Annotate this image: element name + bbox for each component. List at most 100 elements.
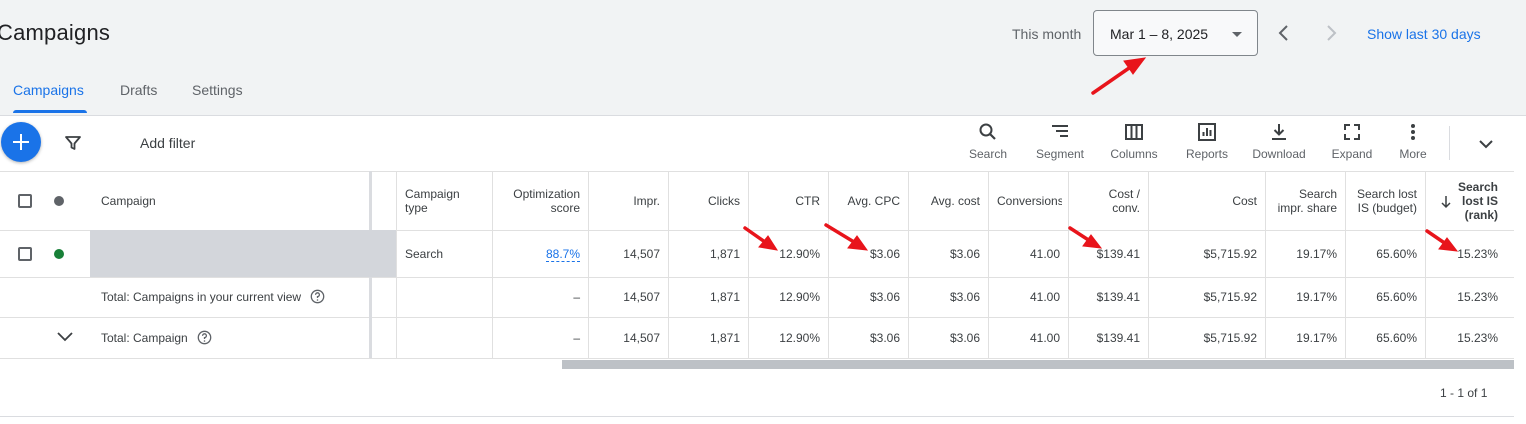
divider (908, 171, 909, 358)
divider (1265, 171, 1266, 358)
cell-conversions: 41.00 (1029, 247, 1060, 261)
status-enabled-icon[interactable] (54, 249, 64, 259)
cell-impr: 14,507 (623, 290, 660, 304)
col-campaign-type[interactable]: Campaign type (405, 187, 485, 215)
search-label: Search (968, 147, 1008, 161)
divider (0, 115, 1526, 116)
divider (988, 171, 989, 358)
status-column-icon[interactable] (54, 196, 64, 206)
col-search-lost-is-rank[interactable]: Search lost IS (rank) (1455, 180, 1498, 222)
col-optimization-score[interactable]: Optimization score (497, 187, 580, 215)
chevron-down-icon[interactable] (1476, 134, 1496, 159)
cell-search-impr-share: 19.17% (1296, 247, 1337, 261)
cell-search-lost-is-budget: 65.60% (1376, 247, 1417, 261)
cell-avg-cpc: $3.06 (869, 331, 900, 345)
col-avg-cost[interactable]: Avg. cost (913, 194, 980, 208)
pagination-summary: 1 - 1 of 1 (1440, 386, 1488, 400)
col-ctr[interactable]: CTR (753, 194, 820, 208)
col-clicks[interactable]: Clicks (673, 194, 740, 208)
cell-search-lost-is-budget: 65.60% (1376, 290, 1417, 304)
divider (1068, 171, 1069, 358)
total-view-label: Total: Campaigns in your current view (101, 290, 302, 304)
col-conversions[interactable]: Conversions (997, 194, 1062, 208)
cell-search-lost-is-rank: 15.23% (1457, 331, 1498, 345)
more-icon (1411, 124, 1415, 140)
help-icon[interactable] (310, 289, 325, 309)
chevron-right-icon[interactable] (1320, 22, 1342, 44)
create-campaign-button[interactable] (1, 122, 41, 162)
more-button[interactable]: More (1394, 122, 1432, 166)
divider (0, 317, 1514, 318)
reports-label: Reports (1185, 147, 1229, 161)
caret-down-icon (1232, 32, 1242, 37)
download-label: Download (1252, 147, 1306, 161)
campaign-name-redacted[interactable] (90, 230, 396, 277)
reports-button[interactable]: Reports (1180, 122, 1234, 166)
reports-icon (1198, 123, 1216, 141)
cell-search-lost-is-budget: 65.60% (1376, 331, 1417, 345)
page-title: Campaigns (0, 20, 111, 45)
tab-campaigns[interactable]: Campaigns (13, 82, 84, 98)
date-range-text: Mar 1 – 8, 2025 (1110, 26, 1209, 42)
col-cost[interactable]: Cost (1153, 194, 1257, 208)
cell-search-lost-is-rank: 15.23% (1457, 247, 1498, 261)
columns-label: Columns (1110, 147, 1158, 161)
chevron-down-icon[interactable] (56, 330, 74, 349)
divider (1345, 171, 1346, 358)
cell-ctr: 12.90% (779, 290, 820, 304)
chevron-left-icon[interactable] (1273, 22, 1295, 44)
expand-label: Expand (1331, 147, 1373, 161)
date-range-picker[interactable]: Mar 1 – 8, 2025 (1093, 10, 1258, 56)
cell-cost-per-conv: $139.41 (1096, 290, 1140, 304)
cell-cost: $5,715.92 (1203, 247, 1257, 261)
help-icon[interactable] (197, 330, 212, 350)
more-label: More (1399, 147, 1427, 161)
col-campaign[interactable]: Campaign (101, 194, 156, 208)
segment-button[interactable]: Segment (1033, 122, 1087, 166)
optimization-score-link[interactable]: 88.7% (545, 247, 580, 262)
row-checkbox[interactable] (18, 247, 32, 261)
col-cost-per-conv[interactable]: Cost / conv. (1085, 187, 1140, 215)
divider (1148, 171, 1149, 358)
select-all-checkbox[interactable] (18, 194, 32, 208)
divider (828, 171, 829, 358)
divider (0, 171, 1514, 172)
cell-impr: 14,507 (623, 331, 660, 345)
cell-search-impr-share: 19.17% (1296, 331, 1337, 345)
show-last-30-days-link[interactable]: Show last 30 days (1367, 26, 1481, 42)
divider (588, 171, 589, 358)
date-preset-label: This month (1012, 26, 1082, 42)
filter-icon[interactable] (64, 134, 82, 157)
cell-optimization-score[interactable]: 88.7% (497, 247, 580, 262)
search-button[interactable]: Search (966, 122, 1010, 166)
col-search-impr-share[interactable]: Search impr. share (1270, 187, 1337, 215)
cell-clicks: 1,871 (709, 331, 740, 345)
expand-button[interactable]: Expand (1329, 122, 1375, 166)
divider (0, 358, 1514, 359)
horizontal-scrollbar[interactable] (562, 360, 1514, 369)
cell-ctr: 12.90% (779, 331, 820, 345)
columns-button[interactable]: Columns (1107, 122, 1161, 166)
tab-drafts[interactable]: Drafts (120, 82, 157, 98)
col-avg-cpc[interactable]: Avg. CPC (833, 194, 900, 208)
columns-icon (1125, 124, 1143, 140)
cell-avg-cpc: $3.06 (869, 290, 900, 304)
annotation-arrow (1068, 226, 1103, 249)
cell-ctr: 12.90% (779, 247, 820, 261)
divider (0, 277, 1514, 278)
divider (668, 171, 669, 358)
cell-clicks: 1,871 (709, 247, 740, 261)
download-button[interactable]: Download (1250, 122, 1308, 166)
cell-conversions: 41.00 (1029, 331, 1060, 345)
cell-avg-cpc: $3.06 (869, 247, 900, 261)
col-search-lost-is-budget[interactable]: Search lost IS (budget) (1350, 187, 1417, 215)
add-filter-button[interactable]: Add filter (140, 135, 195, 151)
segment-label: Segment (1035, 147, 1085, 161)
expand-icon (1344, 124, 1360, 140)
cell-avg-cost: $3.06 (949, 247, 980, 261)
col-impr[interactable]: Impr. (593, 194, 660, 208)
cell-clicks: 1,871 (709, 290, 740, 304)
cell-campaign-type: Search (405, 247, 444, 261)
cell-optimization-score: – (573, 331, 580, 345)
tab-settings[interactable]: Settings (192, 82, 243, 98)
